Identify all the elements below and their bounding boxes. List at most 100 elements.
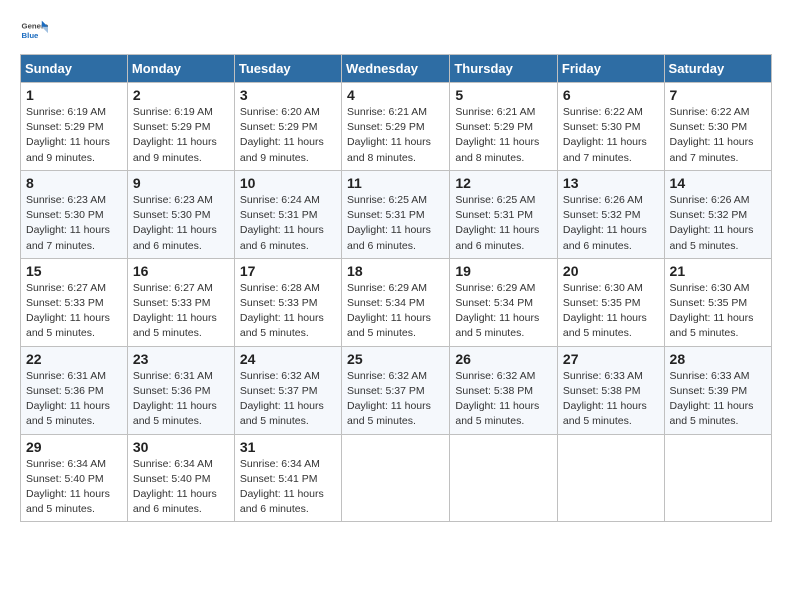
calendar-cell: 19 Sunrise: 6:29 AMSunset: 5:34 PMDaylig… [450, 258, 558, 346]
calendar-cell [450, 434, 558, 522]
calendar-cell: 10 Sunrise: 6:24 AMSunset: 5:31 PMDaylig… [234, 170, 341, 258]
day-info: Sunrise: 6:25 AMSunset: 5:31 PMDaylight:… [347, 193, 444, 254]
day-number: 13 [563, 175, 659, 191]
day-info: Sunrise: 6:21 AMSunset: 5:29 PMDaylight:… [347, 105, 444, 166]
day-number: 14 [670, 175, 766, 191]
day-number: 9 [133, 175, 229, 191]
weekday-header-saturday: Saturday [664, 55, 771, 83]
day-number: 25 [347, 351, 444, 367]
day-info: Sunrise: 6:22 AMSunset: 5:30 PMDaylight:… [563, 105, 659, 166]
weekday-header-monday: Monday [127, 55, 234, 83]
day-number: 21 [670, 263, 766, 279]
day-number: 16 [133, 263, 229, 279]
calendar-table: SundayMondayTuesdayWednesdayThursdayFrid… [20, 54, 772, 522]
day-info: Sunrise: 6:23 AMSunset: 5:30 PMDaylight:… [133, 193, 229, 254]
day-number: 26 [455, 351, 552, 367]
day-info: Sunrise: 6:20 AMSunset: 5:29 PMDaylight:… [240, 105, 336, 166]
day-number: 18 [347, 263, 444, 279]
calendar-cell: 2 Sunrise: 6:19 AMSunset: 5:29 PMDayligh… [127, 83, 234, 171]
calendar-cell: 29 Sunrise: 6:34 AMSunset: 5:40 PMDaylig… [21, 434, 128, 522]
calendar-cell: 16 Sunrise: 6:27 AMSunset: 5:33 PMDaylig… [127, 258, 234, 346]
day-number: 1 [26, 87, 122, 103]
day-info: Sunrise: 6:32 AMSunset: 5:37 PMDaylight:… [347, 369, 444, 430]
day-info: Sunrise: 6:30 AMSunset: 5:35 PMDaylight:… [563, 281, 659, 342]
calendar-cell: 6 Sunrise: 6:22 AMSunset: 5:30 PMDayligh… [557, 83, 664, 171]
calendar-cell [664, 434, 771, 522]
day-number: 7 [670, 87, 766, 103]
calendar-cell: 13 Sunrise: 6:26 AMSunset: 5:32 PMDaylig… [557, 170, 664, 258]
calendar-cell: 15 Sunrise: 6:27 AMSunset: 5:33 PMDaylig… [21, 258, 128, 346]
calendar-cell: 26 Sunrise: 6:32 AMSunset: 5:38 PMDaylig… [450, 346, 558, 434]
calendar-cell: 18 Sunrise: 6:29 AMSunset: 5:34 PMDaylig… [342, 258, 450, 346]
day-number: 4 [347, 87, 444, 103]
day-number: 15 [26, 263, 122, 279]
day-info: Sunrise: 6:23 AMSunset: 5:30 PMDaylight:… [26, 193, 122, 254]
calendar-row-1: 8 Sunrise: 6:23 AMSunset: 5:30 PMDayligh… [21, 170, 772, 258]
calendar-cell: 8 Sunrise: 6:23 AMSunset: 5:30 PMDayligh… [21, 170, 128, 258]
calendar-cell: 24 Sunrise: 6:32 AMSunset: 5:37 PMDaylig… [234, 346, 341, 434]
calendar-cell: 9 Sunrise: 6:23 AMSunset: 5:30 PMDayligh… [127, 170, 234, 258]
day-number: 20 [563, 263, 659, 279]
calendar-cell: 25 Sunrise: 6:32 AMSunset: 5:37 PMDaylig… [342, 346, 450, 434]
day-number: 8 [26, 175, 122, 191]
day-info: Sunrise: 6:26 AMSunset: 5:32 PMDaylight:… [670, 193, 766, 254]
day-info: Sunrise: 6:34 AMSunset: 5:41 PMDaylight:… [240, 457, 336, 518]
weekday-header-wednesday: Wednesday [342, 55, 450, 83]
weekday-header-row: SundayMondayTuesdayWednesdayThursdayFrid… [21, 55, 772, 83]
day-number: 22 [26, 351, 122, 367]
day-number: 11 [347, 175, 444, 191]
day-info: Sunrise: 6:28 AMSunset: 5:33 PMDaylight:… [240, 281, 336, 342]
weekday-header-friday: Friday [557, 55, 664, 83]
day-number: 24 [240, 351, 336, 367]
day-number: 23 [133, 351, 229, 367]
day-info: Sunrise: 6:32 AMSunset: 5:37 PMDaylight:… [240, 369, 336, 430]
calendar-cell: 11 Sunrise: 6:25 AMSunset: 5:31 PMDaylig… [342, 170, 450, 258]
calendar-cell: 17 Sunrise: 6:28 AMSunset: 5:33 PMDaylig… [234, 258, 341, 346]
day-info: Sunrise: 6:34 AMSunset: 5:40 PMDaylight:… [133, 457, 229, 518]
day-info: Sunrise: 6:32 AMSunset: 5:38 PMDaylight:… [455, 369, 552, 430]
weekday-header-thursday: Thursday [450, 55, 558, 83]
day-info: Sunrise: 6:19 AMSunset: 5:29 PMDaylight:… [133, 105, 229, 166]
calendar-cell: 30 Sunrise: 6:34 AMSunset: 5:40 PMDaylig… [127, 434, 234, 522]
logo-icon: General Blue [20, 16, 48, 44]
weekday-header-tuesday: Tuesday [234, 55, 341, 83]
day-number: 17 [240, 263, 336, 279]
calendar-cell [557, 434, 664, 522]
calendar-row-3: 22 Sunrise: 6:31 AMSunset: 5:36 PMDaylig… [21, 346, 772, 434]
calendar-cell: 5 Sunrise: 6:21 AMSunset: 5:29 PMDayligh… [450, 83, 558, 171]
calendar-row-2: 15 Sunrise: 6:27 AMSunset: 5:33 PMDaylig… [21, 258, 772, 346]
day-info: Sunrise: 6:27 AMSunset: 5:33 PMDaylight:… [133, 281, 229, 342]
calendar-cell: 31 Sunrise: 6:34 AMSunset: 5:41 PMDaylig… [234, 434, 341, 522]
calendar-cell: 20 Sunrise: 6:30 AMSunset: 5:35 PMDaylig… [557, 258, 664, 346]
day-info: Sunrise: 6:21 AMSunset: 5:29 PMDaylight:… [455, 105, 552, 166]
day-number: 2 [133, 87, 229, 103]
calendar-cell: 7 Sunrise: 6:22 AMSunset: 5:30 PMDayligh… [664, 83, 771, 171]
calendar-row-0: 1 Sunrise: 6:19 AMSunset: 5:29 PMDayligh… [21, 83, 772, 171]
day-number: 28 [670, 351, 766, 367]
day-number: 6 [563, 87, 659, 103]
day-info: Sunrise: 6:31 AMSunset: 5:36 PMDaylight:… [26, 369, 122, 430]
day-info: Sunrise: 6:25 AMSunset: 5:31 PMDaylight:… [455, 193, 552, 254]
day-info: Sunrise: 6:29 AMSunset: 5:34 PMDaylight:… [347, 281, 444, 342]
day-info: Sunrise: 6:26 AMSunset: 5:32 PMDaylight:… [563, 193, 659, 254]
calendar-cell [342, 434, 450, 522]
day-info: Sunrise: 6:19 AMSunset: 5:29 PMDaylight:… [26, 105, 122, 166]
calendar-cell: 1 Sunrise: 6:19 AMSunset: 5:29 PMDayligh… [21, 83, 128, 171]
day-number: 31 [240, 439, 336, 455]
weekday-header-sunday: Sunday [21, 55, 128, 83]
day-info: Sunrise: 6:33 AMSunset: 5:39 PMDaylight:… [670, 369, 766, 430]
calendar-row-4: 29 Sunrise: 6:34 AMSunset: 5:40 PMDaylig… [21, 434, 772, 522]
day-info: Sunrise: 6:31 AMSunset: 5:36 PMDaylight:… [133, 369, 229, 430]
calendar-cell: 23 Sunrise: 6:31 AMSunset: 5:36 PMDaylig… [127, 346, 234, 434]
day-info: Sunrise: 6:34 AMSunset: 5:40 PMDaylight:… [26, 457, 122, 518]
day-number: 30 [133, 439, 229, 455]
calendar-cell: 27 Sunrise: 6:33 AMSunset: 5:38 PMDaylig… [557, 346, 664, 434]
day-number: 27 [563, 351, 659, 367]
logo: General Blue [20, 16, 48, 44]
page-header: General Blue [20, 16, 772, 44]
day-info: Sunrise: 6:29 AMSunset: 5:34 PMDaylight:… [455, 281, 552, 342]
calendar-cell: 28 Sunrise: 6:33 AMSunset: 5:39 PMDaylig… [664, 346, 771, 434]
calendar-cell: 4 Sunrise: 6:21 AMSunset: 5:29 PMDayligh… [342, 83, 450, 171]
day-number: 29 [26, 439, 122, 455]
calendar-cell: 3 Sunrise: 6:20 AMSunset: 5:29 PMDayligh… [234, 83, 341, 171]
